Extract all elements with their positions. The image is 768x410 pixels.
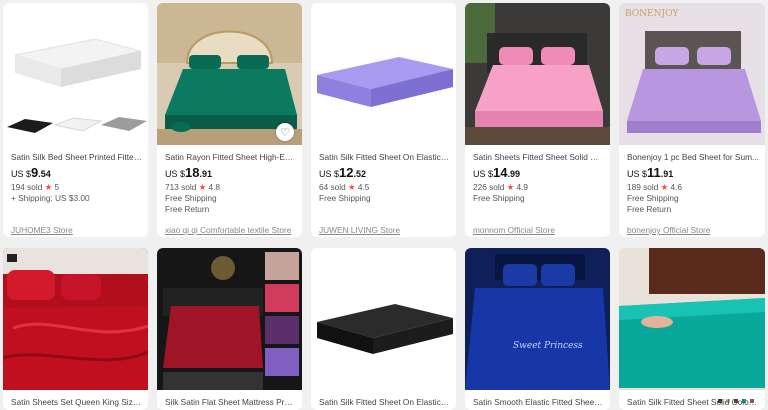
product-image[interactable]	[311, 3, 456, 145]
shipping-info: Free Shipping	[165, 193, 217, 203]
product-image[interactable]	[3, 3, 148, 145]
product-card[interactable]: ♡ Satin Rayon Fitted Sheet High-End ... …	[157, 3, 302, 237]
store-link[interactable]: bonenjoy Official Store	[627, 225, 759, 235]
product-image[interactable]: Sweet Princess	[465, 248, 610, 390]
product-price: US $9.54	[11, 165, 51, 180]
product-price: US $14.99	[473, 165, 520, 180]
shipping-info: + Shipping: US $3.00	[11, 193, 90, 203]
product-title[interactable]: Satin Silk Bed Sheet Printed Fitted ...	[11, 151, 142, 163]
product-title[interactable]: Satin Silk Fitted Sheet Solid Color B...	[627, 396, 759, 408]
sold-rating: 194 sold ★ 5	[11, 182, 60, 192]
product-card[interactable]: Satin Silk Fitted Sheet On Elastic B... …	[311, 3, 456, 237]
star-icon: ★	[348, 182, 356, 192]
product-card[interactable]: BONENJOY Bonenjoy 1 pc Bed Sheet for Sum…	[619, 3, 765, 237]
product-image[interactable]	[619, 248, 765, 390]
pillow-embroidery: Sweet Princess	[513, 341, 583, 351]
sold-rating: 713 sold ★ 4.8	[165, 182, 220, 192]
product-image[interactable]	[311, 248, 456, 390]
store-link[interactable]: JUHOME3 Store	[11, 225, 142, 235]
shipping-info: Free Shipping	[473, 193, 525, 203]
product-title[interactable]: Bonenjoy 1 pc Bed Sheet for Sum...	[627, 151, 759, 163]
product-card[interactable]: Satin Silk Bed Sheet Printed Fitted ... …	[3, 3, 148, 237]
product-title[interactable]: Satin Sheets Set Queen King Size F...	[11, 396, 142, 408]
product-title[interactable]: Satin Silk Fitted Sheet On Elastic S...	[319, 396, 450, 408]
return-info: Free Return	[627, 204, 672, 214]
star-icon: ★	[506, 182, 515, 192]
product-card[interactable]: Satin Sheets Set Queen King Size F...	[3, 248, 148, 410]
product-title[interactable]: Satin Silk Fitted Sheet On Elastic B...	[319, 151, 450, 163]
product-card[interactable]: Satin Silk Fitted Sheet Solid Color B...	[619, 248, 765, 410]
product-price: US $11.91	[627, 165, 674, 180]
shipping-info: Free Shipping	[319, 193, 371, 203]
product-title[interactable]: Satin Smooth Elastic Fitted Sheet C...	[473, 396, 604, 408]
product-card[interactable]: Satin Silk Fitted Sheet On Elastic S...	[311, 248, 456, 410]
sold-rating: 189 sold ★ 4.6	[627, 182, 682, 192]
product-card[interactable]: Silk Satin Flat Sheet Mattress Prote...	[157, 248, 302, 410]
product-image[interactable]	[465, 3, 610, 145]
product-card[interactable]: Satin Sheets Fitted Sheet Solid Col... U…	[465, 3, 610, 237]
star-icon: ★	[198, 182, 207, 192]
product-image[interactable]	[3, 248, 148, 390]
sold-rating: 64 sold ★ 4.5	[319, 182, 370, 192]
shipping-info: Free Shipping	[627, 193, 679, 203]
product-card[interactable]: Sweet Princess Satin Smooth Elastic Fitt…	[465, 248, 610, 410]
sold-rating: 226 sold ★ 4.9	[473, 182, 528, 192]
brand-logo: BONENJOY	[625, 9, 679, 19]
store-link[interactable]: xiao qi qi Comfortable textile Store	[165, 225, 296, 235]
store-link[interactable]: JUWEN LIVING Store	[319, 225, 450, 235]
return-info: Free Return	[165, 204, 210, 214]
star-icon: ★	[660, 182, 669, 192]
product-image[interactable]	[619, 3, 765, 145]
store-link[interactable]: monnom Official Store	[473, 225, 604, 235]
star-icon: ★	[44, 182, 53, 192]
product-price: US $12.52	[319, 165, 366, 180]
product-image[interactable]	[157, 248, 302, 390]
product-grid: Satin Silk Bed Sheet Printed Fitted ... …	[0, 0, 768, 410]
product-title[interactable]: Silk Satin Flat Sheet Mattress Prote...	[165, 396, 296, 408]
product-title[interactable]: Satin Sheets Fitted Sheet Solid Col...	[473, 151, 604, 163]
heart-icon[interactable]: ♡	[276, 123, 294, 141]
product-title[interactable]: Satin Rayon Fitted Sheet High-End ...	[165, 151, 296, 163]
product-price: US $18.91	[165, 165, 212, 180]
